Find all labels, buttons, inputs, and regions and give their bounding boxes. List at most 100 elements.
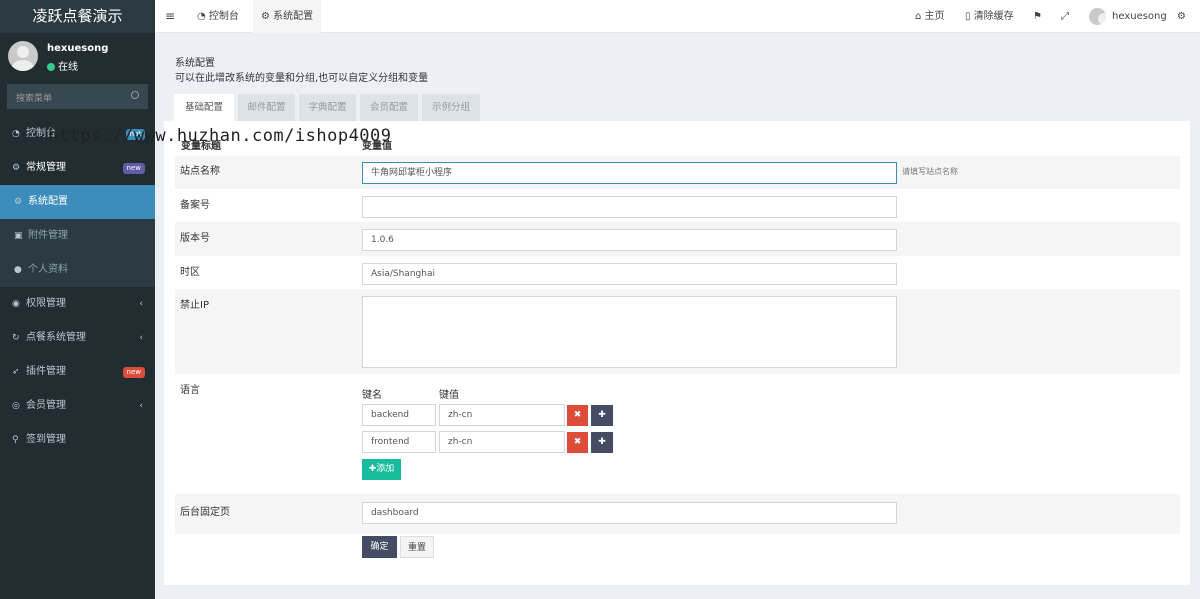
sidebar-search-input[interactable]: 搜索菜单 [7,84,148,109]
reset-button[interactable]: 重置 [400,536,434,558]
field-label: 备案号 [180,200,210,211]
sidebar-item-plugins[interactable]: ➶ 插件管理 new [0,355,155,389]
submit-button[interactable]: 确定 [362,536,397,558]
arrows-icon: ✚ [598,437,606,447]
tab-dashboard[interactable]: ◔ 控制台 [195,0,241,33]
arrows-icon: ✚ [598,410,606,420]
table-row: 备案号 [175,189,1180,222]
sidebar-item-auth[interactable]: ◉ 权限管理 ‹ [0,287,155,321]
user-panel: hexuesong 在线 [0,33,155,81]
user-status: 在线 [47,58,78,73]
tab-email[interactable]: 邮件配置 [238,94,295,121]
sidebar: 凌跃点餐演示 hexuesong 在线 搜索菜单 ◔ 控制台 hot ⚙ 常规管理 ne… [0,0,155,599]
rocket-icon: ➶ [12,367,20,377]
panel-heading: 系统配置 可以在此增改系统的变量和分组,也可以自定义分组和变量 基础配置 邮件配… [164,43,1190,121]
app-title[interactable]: 凌跃点餐演示 [0,0,155,33]
home-icon: ⌂ [915,11,925,22]
main-content: 系统配置 可以在此增改系统的变量和分组,也可以自定义分组和变量 基础配置 邮件配… [164,43,1190,585]
table-row: 禁止IP [175,289,1180,374]
gear-icon: ⚙ [14,197,23,207]
user-menu[interactable]: hexuesong [1089,0,1167,33]
drag-button[interactable]: ✚ [591,405,613,426]
avatar [8,41,38,71]
add-label: 添加 [376,464,395,474]
sidebar-menu: ◔ 控制台 hot ⚙ 常规管理 new ⚙ 系统配置 ▣ 附件管理 ● 个人资料 ◉ 权限管理… [0,117,155,457]
site-name-hint: 请填写站点名称 [902,167,958,176]
language-icon[interactable]: ⚑ [1033,0,1042,33]
lang-value-input[interactable]: zh-cn [439,404,565,426]
online-dot-icon [47,63,55,71]
user-icon: ● [14,265,22,275]
clear-cache-button[interactable]: ▯ 清除缓存 [965,0,1014,33]
timezone-input[interactable]: Asia/Shanghai [362,263,897,285]
field-label: 禁止IP [180,300,209,311]
sidebar-item-label: 签到管理 [26,434,66,445]
site-name-input[interactable]: 牛角网邱掌柜小程序 [362,162,897,184]
dashboard-icon: ◔ [197,11,209,22]
lang-key-input[interactable]: backend [362,404,436,426]
sidebar-item-ordering[interactable]: ↻ 点餐系统管理 ‹ [0,321,155,355]
dashboard-icon: ◔ [12,129,20,139]
page-description: 可以在此增改系统的变量和分组,也可以自定义分组和变量 [175,73,429,84]
field-label: 后台固定页 [180,507,230,518]
table-row: 时区 Asia/Shanghai [175,256,1180,289]
sidebar-item-label: 会员管理 [26,400,66,411]
table-row: 后台固定页 dashboard [175,494,1180,534]
sidebar-item-attachment[interactable]: ▣ 附件管理 [0,219,155,253]
watermark-text: https://www.huzhan.com/ishop4009 [48,126,392,146]
remove-button[interactable]: ✖ [567,432,588,453]
settings-gear-icon[interactable]: ⚙ [1177,0,1186,33]
field-label: 时区 [180,267,200,278]
sidebar-item-profile[interactable]: ● 个人资料 [0,253,155,287]
file-image-icon: ▣ [14,231,23,241]
new-badge: new [122,367,145,378]
top-navbar: ≡ ◔ 控制台 ⚙ 系统配置 ⌂ 主页 ▯ 清除缓存 ⚑ ⤢ hexuesong… [155,0,1200,33]
lang-value-input[interactable]: zh-cn [439,431,565,453]
home-label: 主页 [924,11,945,22]
add-button[interactable]: ✚添加 [362,459,401,480]
cogs-icon: ⚙ [12,163,21,173]
fixed-page-input[interactable]: dashboard [362,502,897,524]
sidebar-item-system-config[interactable]: ⚙ 系统配置 [0,185,155,219]
sidebar-item-label: 插件管理 [26,366,66,377]
new-badge: new [122,163,145,174]
user-name: hexuesong [47,43,109,54]
field-label: 站点名称 [180,166,220,177]
chevron-left-icon: ‹ [139,401,143,411]
sidebar-item-general[interactable]: ⚙ 常规管理 new [0,151,155,185]
trash-icon: ▯ [965,11,974,22]
remove-button[interactable]: ✖ [567,405,588,426]
tab-dictionary[interactable]: 字典配置 [299,94,356,121]
sidebar-item-checkin[interactable]: ⚲ 签到管理 [0,423,155,457]
sidebar-item-label: 附件管理 [28,230,68,241]
key-header: 键名 [362,390,382,401]
user-circle-icon: ◎ [12,401,20,411]
sidebar-item-label: 点餐系统管理 [26,332,86,343]
fullscreen-icon[interactable]: ⤢ [1061,0,1069,33]
table-row: 站点名称 牛角网邱掌柜小程序 请填写站点名称 [175,156,1180,189]
sidebar-item-members[interactable]: ◎ 会员管理 ‹ [0,389,155,423]
forbidden-ip-textarea[interactable] [362,296,897,368]
menu-toggle-icon[interactable]: ≡ [165,0,175,33]
value-header: 键值 [439,390,459,401]
search-placeholder: 搜索菜单 [16,94,53,104]
clear-cache-label: 清除缓存 [973,11,1014,22]
tab-system-config[interactable]: ⚙ 系统配置 [253,0,322,33]
table-row: 版本号 1.0.6 [175,222,1180,256]
search-icon[interactable] [131,91,139,99]
drag-button[interactable]: ✚ [591,432,613,453]
tab-basic[interactable]: 基础配置 [174,94,234,121]
tab-label: 控制台 [208,11,239,22]
group-icon: ◉ [12,299,20,309]
lang-key-input[interactable]: frontend [362,431,436,453]
sidebar-item-label: 个人资料 [28,264,68,275]
tab-member[interactable]: 会员配置 [360,94,418,121]
tab-example[interactable]: 示例分组 [422,94,480,121]
version-input[interactable]: 1.0.6 [362,229,897,251]
chevron-left-icon: ‹ [139,333,143,343]
table-row: 语言 键名 键值 backend zh-cn ✖ ✚ frontend zh-c… [175,374,1180,494]
close-icon: ✖ [573,437,582,447]
map-marker-icon: ⚲ [12,435,19,445]
home-link[interactable]: ⌂ 主页 [915,0,945,33]
beian-input[interactable] [362,196,897,218]
